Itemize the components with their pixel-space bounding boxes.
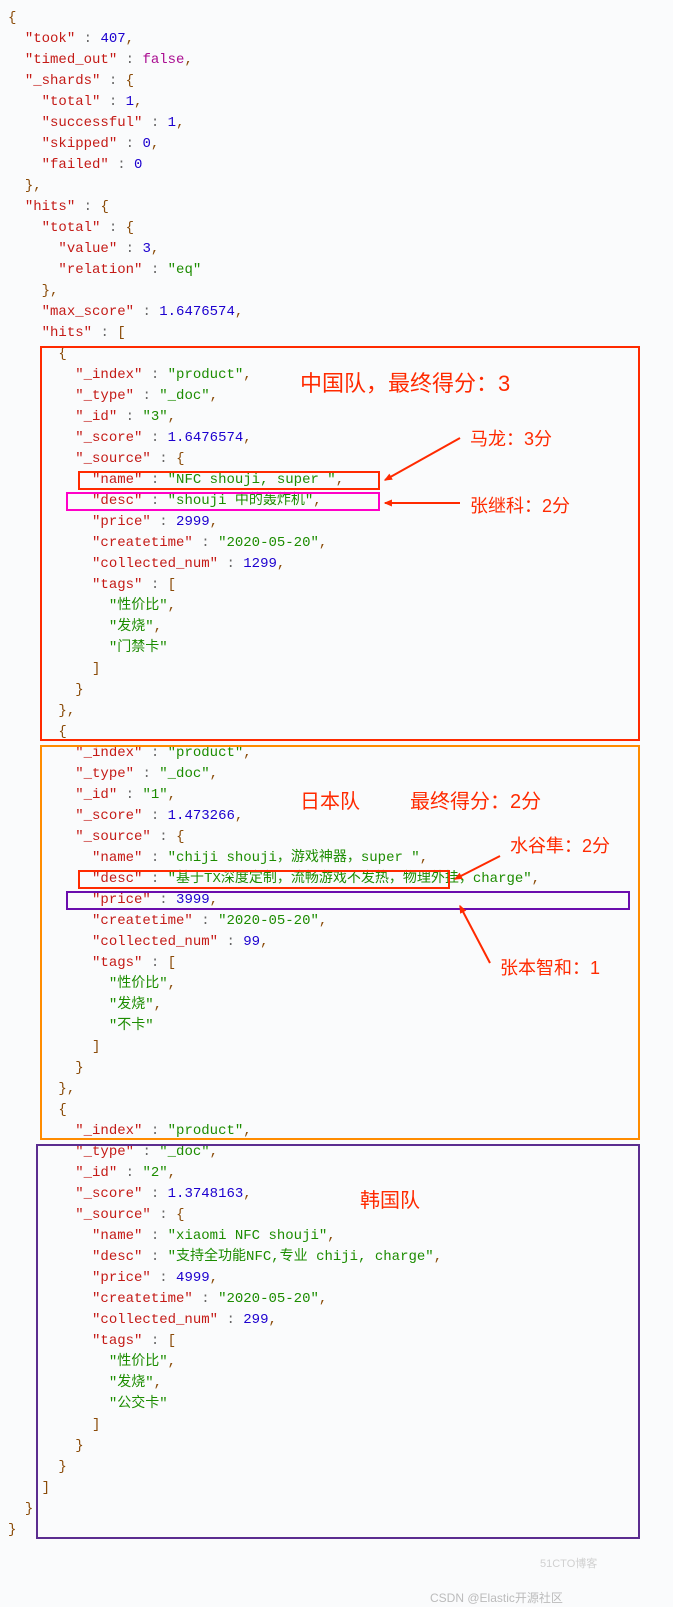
json-output: { "took" : 407, "timed_out" : false, "_s… xyxy=(8,8,665,1541)
